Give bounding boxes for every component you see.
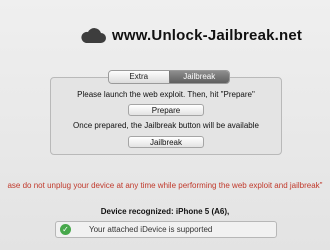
prepare-button[interactable]: Prepare (128, 104, 204, 116)
warning-message: ase do not unplug your device at any tim… (7, 181, 323, 190)
check-icon: ✓ (60, 224, 71, 235)
cloud-icon (81, 28, 106, 43)
jailbreak-button[interactable]: Jailbreak (128, 136, 204, 148)
site-title: www.Unlock-Jailbreak.net (112, 27, 303, 44)
jailbreak-panel: Please launch the web exploit. Then, hit… (50, 77, 282, 155)
instruction-launch: Please launch the web exploit. Then, hit… (77, 90, 255, 99)
device-recognized-label: Device recognized: iPhone 5 (A6), (100, 207, 230, 216)
support-status-box: ✓ Your attached iDevice is supported (55, 221, 277, 238)
support-status-text: Your attached iDevice is supported (89, 225, 213, 234)
instruction-prepared: Once prepared, the Jailbreak button will… (73, 121, 259, 130)
app-window: www.Unlock-Jailbreak.net Please launch t… (0, 0, 330, 250)
tab-bar: Extra Jailbreak (108, 70, 230, 84)
tab-extra[interactable]: Extra (109, 71, 169, 83)
tab-jailbreak[interactable]: Jailbreak (168, 71, 229, 83)
